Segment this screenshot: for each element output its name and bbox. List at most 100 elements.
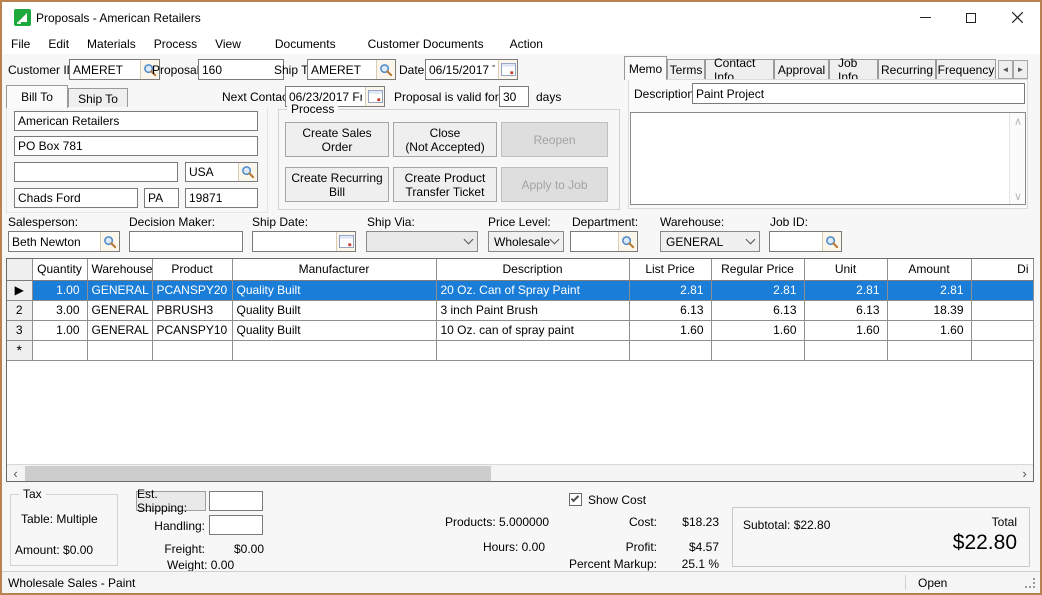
cell-quantity[interactable] xyxy=(32,340,87,360)
col-manufacturer[interactable]: Manufacturer xyxy=(232,259,436,280)
tab-scroll-left-button[interactable]: ◄ xyxy=(998,60,1013,79)
date-input[interactable] xyxy=(426,63,498,77)
description-input[interactable] xyxy=(693,87,1024,101)
resize-grip-icon[interactable] xyxy=(1033,586,1035,588)
reopen-button[interactable]: Reopen xyxy=(501,122,608,157)
cell-quantity[interactable]: 1.00 xyxy=(32,320,87,340)
cell-amount[interactable]: 1.60 xyxy=(887,320,971,340)
customer-id-input[interactable] xyxy=(70,63,140,77)
col-list-price[interactable]: List Price xyxy=(629,259,711,280)
ship-to-input[interactable] xyxy=(308,63,376,77)
valid-days-field[interactable] xyxy=(499,86,529,107)
table-row[interactable]: 3 1.00 GENERAL PCANSPY10 Quality Built 1… xyxy=(7,320,1033,340)
cell-product[interactable]: PCANSPY20 xyxy=(152,280,232,300)
new-row-marker[interactable]: * xyxy=(7,340,32,360)
tab-job-info[interactable]: Job Info xyxy=(829,59,878,80)
memo-body-field[interactable]: ∧ ∨ xyxy=(630,112,1026,205)
bill-to-name-input[interactable] xyxy=(15,114,257,128)
bill-to-country-field[interactable] xyxy=(185,162,258,182)
salesperson-input[interactable] xyxy=(9,235,100,249)
valid-days-input[interactable] xyxy=(500,90,528,104)
job-id-input[interactable] xyxy=(770,235,822,249)
tab-bill-to[interactable]: Bill To xyxy=(6,85,68,108)
tab-contact-info[interactable]: Contact Info xyxy=(705,59,774,80)
decision-maker-field[interactable] xyxy=(129,231,243,252)
cell-regular-price[interactable]: 6.13 xyxy=(711,300,804,320)
bill-to-country-input[interactable] xyxy=(186,165,238,179)
menu-edit[interactable]: Edit xyxy=(39,35,78,53)
create-recurring-bill-button[interactable]: Create Recurring Bill xyxy=(285,167,389,202)
cell-description[interactable]: 3 inch Paint Brush xyxy=(436,300,629,320)
job-id-field[interactable] xyxy=(769,231,842,252)
row-marker[interactable]: ▶ xyxy=(7,280,32,300)
cell-list-price[interactable]: 1.60 xyxy=(629,320,711,340)
decision-maker-input[interactable] xyxy=(130,235,242,249)
salesperson-lookup-button[interactable] xyxy=(100,232,119,251)
cell-list-price[interactable]: 6.13 xyxy=(629,300,711,320)
ship-date-picker-button[interactable] xyxy=(336,232,355,251)
cell-manufacturer[interactable]: Quality Built xyxy=(232,280,436,300)
cell-manufacturer[interactable]: Quality Built xyxy=(232,300,436,320)
ship-to-lookup-button[interactable] xyxy=(376,60,395,79)
cell-discount[interactable] xyxy=(971,320,1033,340)
department-input[interactable] xyxy=(571,235,618,249)
next-contact-picker-button[interactable] xyxy=(365,87,384,106)
bill-to-zip-input[interactable] xyxy=(186,191,257,205)
customer-id-field[interactable] xyxy=(69,59,160,80)
scroll-right-button[interactable]: › xyxy=(1016,465,1033,481)
tab-approval[interactable]: Approval xyxy=(774,59,829,80)
cell-manufacturer[interactable] xyxy=(232,340,436,360)
department-lookup-button[interactable] xyxy=(618,232,637,251)
ship-via-combo[interactable] xyxy=(366,231,478,252)
cell-product[interactable] xyxy=(152,340,232,360)
maximize-button[interactable] xyxy=(948,2,994,33)
col-quantity[interactable]: Quantity xyxy=(32,259,87,280)
menu-action[interactable]: Action xyxy=(501,35,552,53)
cell-quantity[interactable]: 1.00 xyxy=(32,280,87,300)
cell-manufacturer[interactable]: Quality Built xyxy=(232,320,436,340)
bill-to-city-input[interactable] xyxy=(15,191,137,205)
table-row[interactable]: 2 3.00 GENERAL PBRUSH3 Quality Built 3 i… xyxy=(7,300,1033,320)
department-field[interactable] xyxy=(570,231,638,252)
scroll-down-icon[interactable]: ∨ xyxy=(1010,188,1026,204)
cell-discount[interactable] xyxy=(971,340,1033,360)
cell-amount[interactable]: 18.39 xyxy=(887,300,971,320)
bill-to-address2-input[interactable] xyxy=(15,165,177,179)
tab-frequency[interactable]: Frequency xyxy=(936,59,996,80)
col-description[interactable]: Description xyxy=(436,259,629,280)
table-row-new[interactable]: * xyxy=(7,340,1033,360)
country-lookup-button[interactable] xyxy=(238,163,257,181)
memo-scrollbar[interactable]: ∧ ∨ xyxy=(1009,113,1025,204)
minimize-button[interactable] xyxy=(902,2,948,33)
col-regular-price[interactable]: Regular Price xyxy=(711,259,804,280)
menu-customer-documents[interactable]: Customer Documents xyxy=(359,35,493,53)
ship-date-field[interactable] xyxy=(252,231,356,252)
est-shipping-field[interactable] xyxy=(209,491,263,511)
show-cost-checkbox[interactable] xyxy=(569,493,582,506)
close-not-accepted-button[interactable]: Close (Not Accepted) xyxy=(393,122,497,157)
cell-unit[interactable]: 2.81 xyxy=(804,280,887,300)
salesperson-field[interactable] xyxy=(8,231,120,252)
apply-to-job-button[interactable]: Apply to Job xyxy=(501,167,608,202)
row-marker[interactable]: 3 xyxy=(7,320,32,340)
handling-field[interactable] xyxy=(209,515,263,535)
cell-description[interactable]: 20 Oz. Can of Spray Paint xyxy=(436,280,629,300)
date-picker-button[interactable] xyxy=(498,60,517,79)
cell-unit[interactable]: 6.13 xyxy=(804,300,887,320)
cell-regular-price[interactable] xyxy=(711,340,804,360)
cell-description[interactable]: 10 Oz. can of spray paint xyxy=(436,320,629,340)
scroll-left-button[interactable]: ‹ xyxy=(7,465,24,481)
col-discount[interactable]: Di xyxy=(971,259,1033,280)
tab-terms[interactable]: Terms xyxy=(667,59,705,80)
bill-to-city-field[interactable] xyxy=(14,188,138,208)
cell-amount[interactable]: 2.81 xyxy=(887,280,971,300)
col-amount[interactable]: Amount xyxy=(887,259,971,280)
bill-to-address1-input[interactable] xyxy=(15,139,257,153)
cell-list-price[interactable] xyxy=(629,340,711,360)
create-sales-order-button[interactable]: Create Sales Order xyxy=(285,122,389,157)
cell-amount[interactable] xyxy=(887,340,971,360)
menu-documents[interactable]: Documents xyxy=(266,35,345,53)
menu-process[interactable]: Process xyxy=(145,35,206,53)
proposal-input[interactable] xyxy=(199,63,283,77)
col-product[interactable]: Product xyxy=(152,259,232,280)
